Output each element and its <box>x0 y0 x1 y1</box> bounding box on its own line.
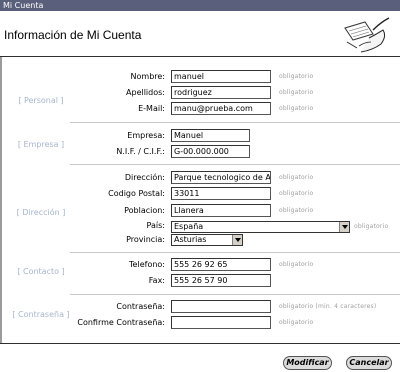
chevron-down-icon[interactable] <box>232 235 242 245</box>
provincia-label: Provincia: <box>126 235 165 244</box>
poblacion-label: Poblacion: <box>124 206 165 215</box>
contrasena-hint: obligatorio (min. 4 caracteres) <box>279 303 377 310</box>
direccion-input[interactable]: Parque tecnologico de A <box>171 171 271 184</box>
section-personal: [ Personal ] <box>18 96 64 105</box>
nif-label: N.I.F. / C.I.F.: <box>116 147 165 156</box>
provincia-select[interactable]: Asturias <box>171 234 243 246</box>
direccion-hint: obligatorio <box>279 174 314 181</box>
empresa-label: Empresa: <box>127 131 165 140</box>
footer-divider <box>0 343 400 344</box>
fax-input[interactable]: 555 26 57 90 <box>171 274 271 287</box>
confirme-input[interactable] <box>171 316 271 329</box>
poblacion-hint: obligatorio <box>279 207 314 214</box>
contrasena-input[interactable] <box>171 300 271 313</box>
window-title: Mi Cuenta <box>3 1 44 10</box>
confirme-label: Confirme Contraseña: <box>77 318 165 327</box>
separator <box>70 252 400 253</box>
left-border <box>0 57 2 343</box>
modificar-button[interactable]: Modificar <box>283 356 332 370</box>
section-direccion: [ Dirección ] <box>16 208 66 217</box>
cancelar-button[interactable]: Cancelar <box>346 356 392 370</box>
codigo-postal-hint: obligatorio <box>279 190 314 197</box>
page-header: Información de Mi Cuenta <box>0 11 400 57</box>
codigo-postal-input[interactable]: 33011 <box>171 187 271 200</box>
writing-hand-icon <box>344 17 390 53</box>
fax-label: Fax: <box>148 276 165 285</box>
apellidos-hint: obligatorio <box>279 89 314 96</box>
email-hint: obligatorio <box>279 105 314 112</box>
provincia-select-value: Asturias <box>174 235 207 244</box>
codigo-postal-label: Codigo Postal: <box>108 189 165 198</box>
chevron-down-icon[interactable] <box>339 222 349 232</box>
empresa-input[interactable]: Manuel <box>171 129 250 142</box>
apellidos-label: Apellidos: <box>126 88 165 97</box>
page-title: Información de Mi Cuenta <box>4 28 142 42</box>
telefono-hint: obligatorio <box>279 261 314 268</box>
pais-label: País: <box>146 221 165 230</box>
separator <box>70 122 400 123</box>
pais-hint: obligatorio <box>354 223 389 230</box>
separator <box>70 294 400 295</box>
window-title-bar: Mi Cuenta <box>0 0 400 11</box>
pais-select[interactable]: España <box>171 221 350 233</box>
telefono-label: Telefono: <box>129 260 165 269</box>
nombre-input[interactable]: manuel <box>171 70 271 83</box>
telefono-input[interactable]: 555 26 92 65 <box>171 258 271 271</box>
nif-input[interactable]: G-00.000.000 <box>171 145 250 158</box>
section-contacto: [ Contacto ] <box>17 267 65 276</box>
confirme-hint: obligatorio <box>279 319 314 326</box>
section-contrasena: [ Contraseña ] <box>12 310 70 319</box>
direccion-label: Dirección: <box>124 173 165 182</box>
apellidos-input[interactable]: rodriguez <box>171 86 271 99</box>
section-empresa: [ Empresa ] <box>17 140 65 149</box>
email-label: E-Mail: <box>138 104 165 113</box>
separator <box>70 164 400 165</box>
pais-select-value: España <box>174 222 204 231</box>
email-input[interactable]: manu@prueba.com <box>171 102 271 115</box>
contrasena-label: Contraseña: <box>116 302 165 311</box>
nombre-label: Nombre: <box>130 72 165 81</box>
nombre-hint: obligatorio <box>279 73 314 80</box>
poblacion-input[interactable]: Llanera <box>171 204 271 217</box>
